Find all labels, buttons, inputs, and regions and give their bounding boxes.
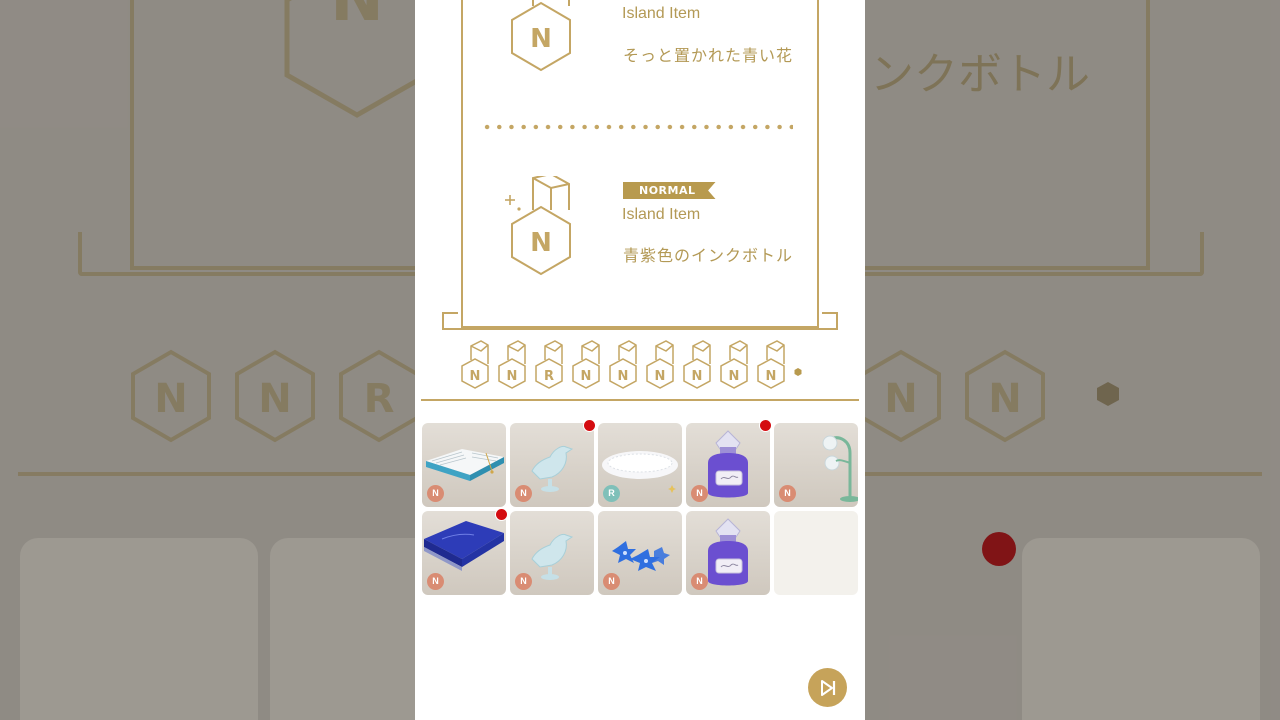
rarity-mini-hex-icon: N xyxy=(646,340,674,389)
svg-text:N: N xyxy=(618,369,629,384)
svg-text:N: N xyxy=(470,369,481,384)
svg-text:N: N xyxy=(507,369,518,384)
skip-button[interactable] xyxy=(808,668,847,707)
item-card-fur-cushion[interactable]: R xyxy=(598,423,682,507)
rarity-badge: R xyxy=(603,485,620,502)
section-separator xyxy=(421,399,859,401)
rarity-mini-hex-icon: N xyxy=(757,340,785,389)
item-card-blue-flower[interactable]: N xyxy=(598,511,682,595)
reward-entry: N NORMAL Island Item 青紫色のインクボトル xyxy=(503,176,803,286)
rarity-n-hex-icon: N xyxy=(511,0,571,72)
rarity-badge: N xyxy=(427,573,444,590)
item-card-purple-ink-bottle[interactable]: N xyxy=(686,423,770,507)
rarity-letter: N xyxy=(530,24,552,54)
item-card-blue-notebook[interactable]: N xyxy=(422,511,506,595)
rarity-mini-hex-icon: N xyxy=(572,340,600,389)
svg-text:N: N xyxy=(581,369,592,384)
item-card-open-book[interactable]: N xyxy=(422,423,506,507)
rarity-letter: N xyxy=(530,228,552,258)
rarity-mini-hex-icon: N xyxy=(461,340,489,389)
rarity-mini-hex-icon: N xyxy=(609,340,637,389)
rarity-tag: NORMAL xyxy=(623,182,716,199)
svg-text:N: N xyxy=(692,369,703,384)
item-card-glass-bird[interactable]: N xyxy=(510,423,594,507)
reward-entry: N Island Item そっと置かれた青い花 xyxy=(503,0,803,82)
rarity-badge: N xyxy=(515,485,532,502)
rarity-badge: N xyxy=(691,573,708,590)
item-card-purple-ink-bottle[interactable]: N xyxy=(686,511,770,595)
rarity-summary-row: N N R N N N N N N xyxy=(459,338,802,392)
rarity-badge: N xyxy=(779,485,796,502)
skip-forward-icon xyxy=(820,679,835,696)
reward-name: そっと置かれた青い花 xyxy=(623,46,794,65)
rarity-mini-hex-icon: N xyxy=(498,340,526,389)
item-card-lily-lamp[interactable]: N xyxy=(774,423,858,507)
item-card-glass-bird[interactable]: N xyxy=(510,511,594,595)
svg-text:N: N xyxy=(729,369,740,384)
gacha-result-panel: N Island Item そっと置かれた青い花 N NORMAL Island… xyxy=(415,0,865,720)
reward-scroll-base xyxy=(442,312,838,330)
rarity-badge: N xyxy=(603,573,620,590)
svg-text:N: N xyxy=(655,369,666,384)
new-item-dot xyxy=(759,419,772,432)
rarity-mini-hex-icon: R xyxy=(535,340,563,389)
reward-type: Island Item xyxy=(622,5,701,22)
rarity-badge: N xyxy=(691,485,708,502)
dotted-divider xyxy=(481,124,793,130)
item-grid: N N R N N N N N N xyxy=(422,423,860,595)
svg-text:R: R xyxy=(544,369,554,384)
reward-name: 青紫色のインクボトル xyxy=(623,246,794,265)
new-item-dot xyxy=(495,508,508,521)
rarity-mini-hex-icon: N xyxy=(683,340,711,389)
rarity-mini-hex-icon: N xyxy=(720,340,748,389)
small-hex-bullet-icon xyxy=(794,368,802,376)
item-card-empty xyxy=(774,511,858,595)
svg-text:N: N xyxy=(766,369,777,384)
new-item-dot xyxy=(583,419,596,432)
rarity-n-hex-icon: N xyxy=(505,176,571,276)
rarity-badge: N xyxy=(515,573,532,590)
rarity-badge: N xyxy=(427,485,444,502)
reward-type: Island Item xyxy=(622,206,701,223)
